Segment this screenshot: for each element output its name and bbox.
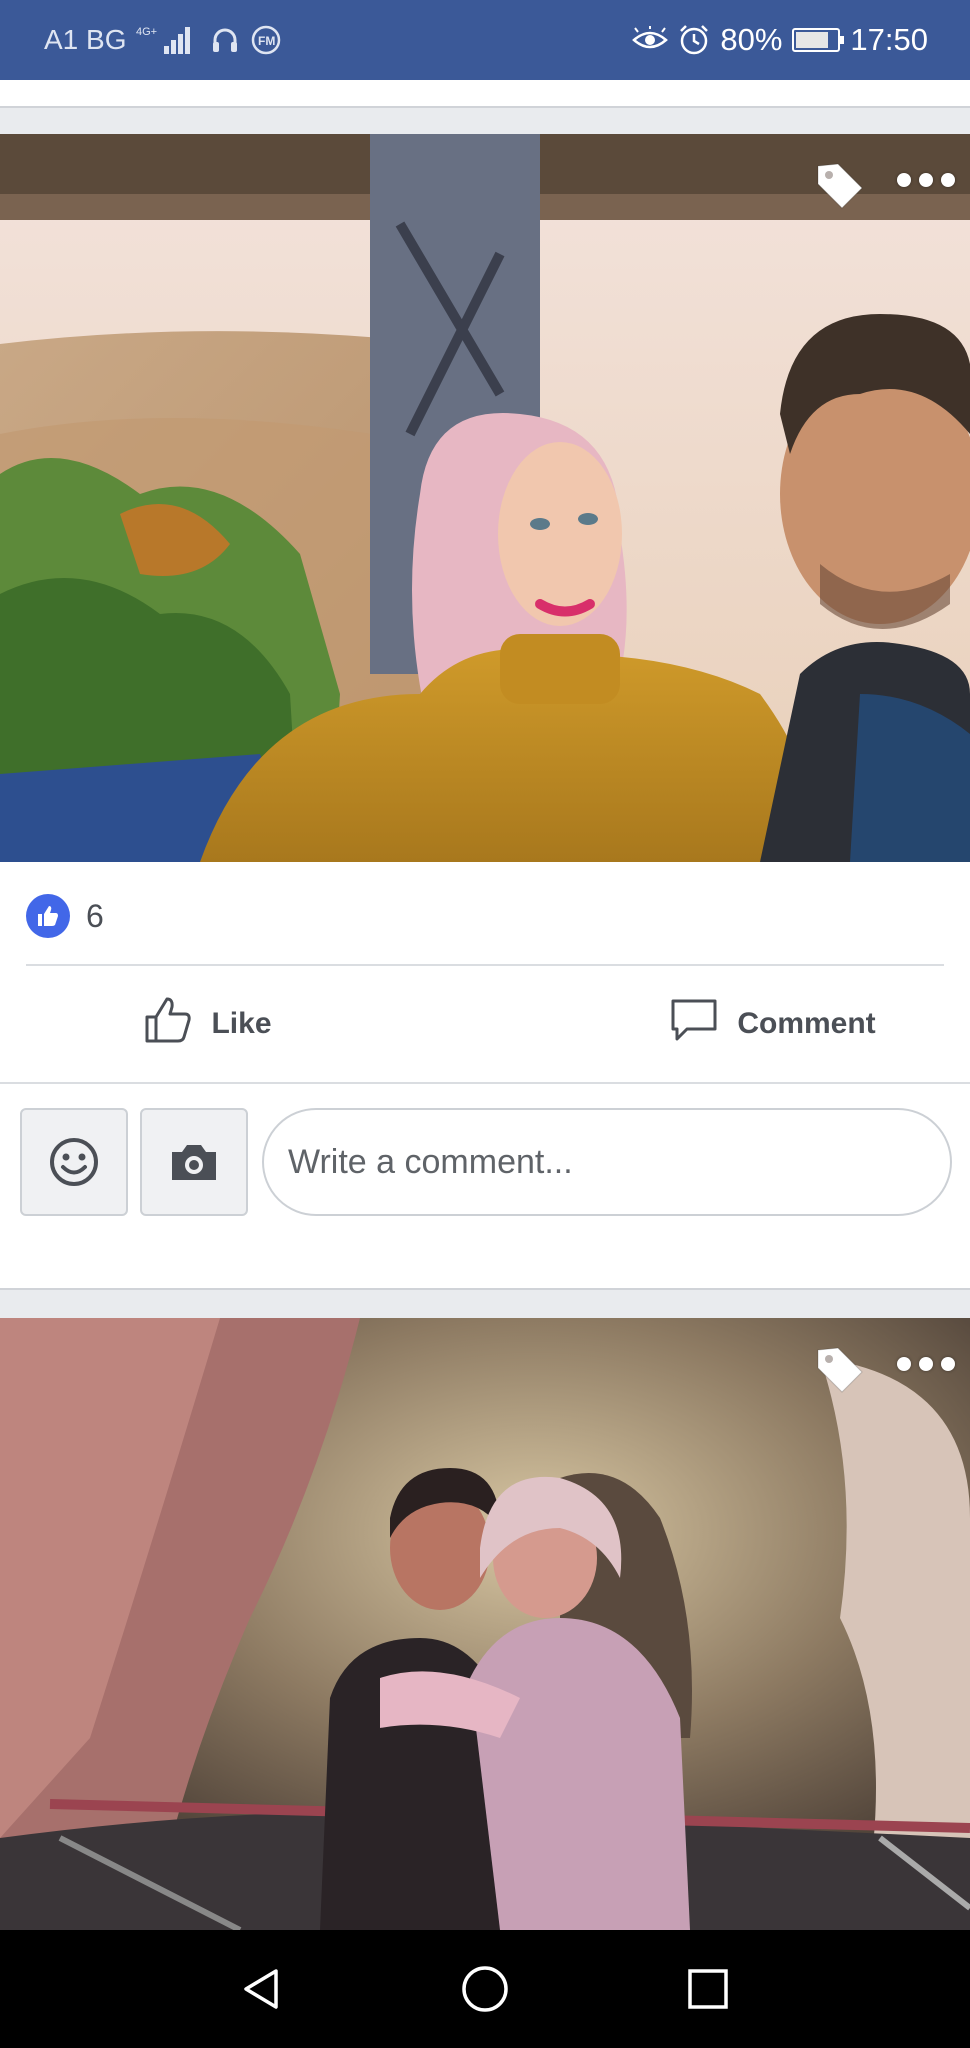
battery-level-fill (796, 32, 828, 48)
post-actions: Like Comment (0, 968, 970, 1080)
like-reaction-icon (26, 894, 70, 938)
thumbs-up-icon (143, 995, 193, 1053)
headphones-icon (210, 25, 240, 55)
signal-icon: 4G+ (136, 24, 200, 56)
reaction-count: 6 (86, 897, 104, 934)
photo-tower-selfie (0, 134, 970, 862)
svg-text:FM: FM (258, 34, 275, 48)
comment-composer (20, 1108, 952, 1216)
emoji-button[interactable] (20, 1108, 128, 1216)
tag-icon[interactable] (812, 1342, 868, 1398)
camera-button[interactable] (140, 1108, 248, 1216)
tag-icon[interactable] (812, 158, 868, 214)
fm-radio-icon: FM (250, 24, 282, 56)
more-options-icon[interactable] (894, 168, 958, 192)
recents-icon (688, 1969, 729, 2009)
comment-input[interactable] (262, 1108, 952, 1216)
comment-label: Comment (737, 1007, 876, 1040)
facebook-feed-screen: A1 BG 4G+ FM 80% 17:50 6 Like Comment Wr… (0, 0, 970, 2048)
photo-cave (0, 1318, 970, 1930)
like-label: Like (211, 1007, 272, 1040)
back-button[interactable] (222, 1949, 302, 2029)
smiley-icon (50, 1138, 98, 1186)
home-icon (462, 1966, 508, 2012)
recents-button[interactable] (668, 1949, 748, 2029)
eye-icon (632, 26, 669, 54)
like-button[interactable]: Like (0, 968, 405, 1080)
battery-percent: 80% (720, 22, 783, 57)
status-left: A1 BG 4G+ FM (44, 24, 282, 56)
divider (0, 1082, 970, 1084)
clock: 17:50 (850, 22, 928, 57)
more-options-icon[interactable] (894, 1352, 958, 1376)
reaction-summary[interactable]: 6 (26, 894, 104, 938)
post-card (0, 1318, 970, 1930)
back-icon (243, 1969, 278, 2009)
post-photo[interactable] (0, 1318, 970, 1930)
camera-icon (172, 1145, 216, 1180)
comment-bubble-icon (669, 995, 719, 1053)
android-nav-bar (0, 1930, 970, 2048)
network-type-label: 4G+ (136, 26, 157, 38)
post-photo[interactable] (0, 134, 970, 862)
post-card: 6 Like Comment (0, 134, 970, 1290)
carrier-label: A1 BG (44, 24, 127, 55)
status-bar: A1 BG 4G+ FM 80% 17:50 (0, 0, 970, 80)
divider (26, 964, 944, 966)
previous-post-card (0, 80, 970, 108)
status-right: 80% 17:50 (632, 22, 928, 58)
alarm-icon (678, 24, 710, 56)
home-button[interactable] (445, 1949, 525, 2029)
battery-icon (792, 28, 845, 52)
comment-button[interactable]: Comment (405, 968, 970, 1080)
